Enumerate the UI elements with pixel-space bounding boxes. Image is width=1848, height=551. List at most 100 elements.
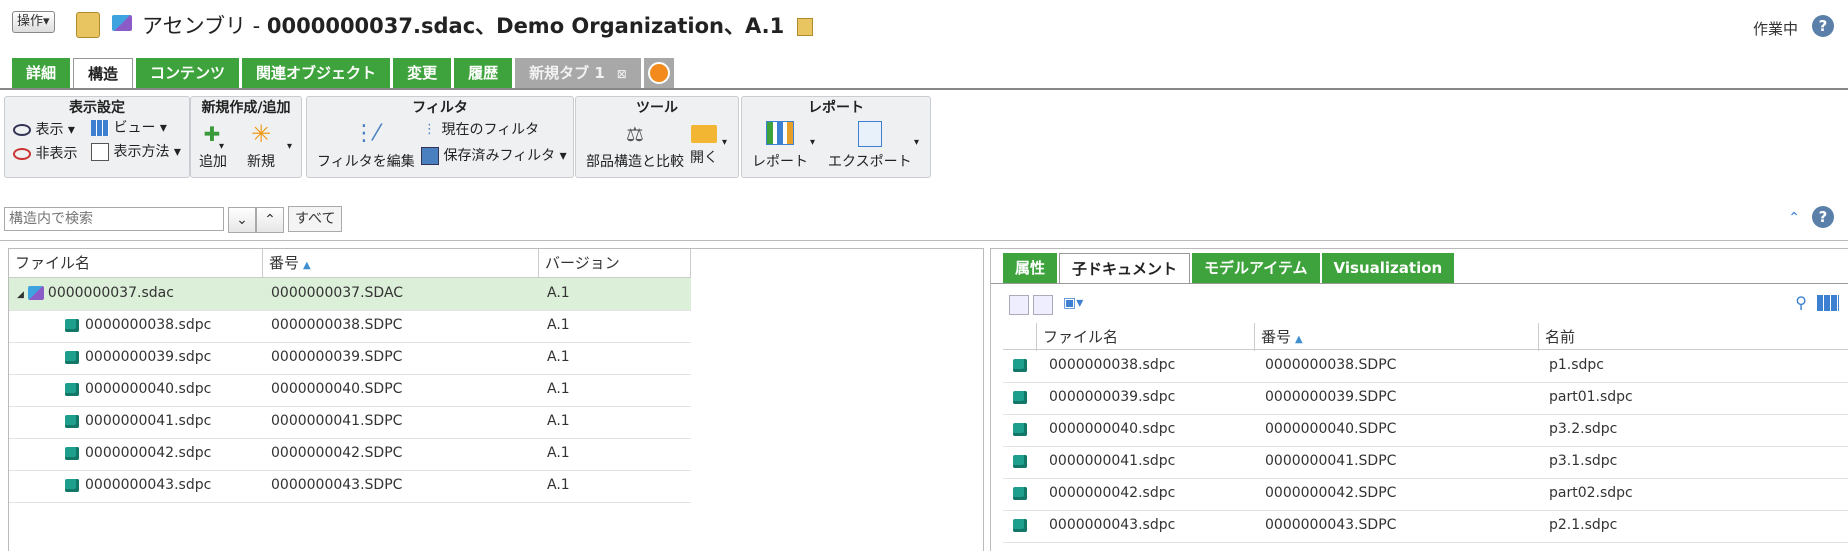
columns-icon[interactable] [1817, 295, 1839, 311]
filename-cell: 0000000038.sdpc [65, 310, 211, 342]
tab-attributes[interactable]: 属性 [1003, 253, 1058, 283]
show-button[interactable]: 表示 ▾ [13, 119, 75, 139]
export-dropdown-icon[interactable]: ▾ [914, 137, 919, 148]
column-header-number[interactable]: 番号 ▲ [263, 249, 539, 277]
group-display-settings: 表示設定 表示 ▾ ビュー ▾ 非表示 表示方法 ▾ [4, 96, 190, 178]
tab-contents[interactable]: コンテンツ [136, 58, 240, 88]
all-button[interactable]: すべて [288, 206, 343, 232]
filename-cell: ◢ 0000000037.sdac [17, 278, 174, 310]
column-header-filename[interactable]: ファイル名 [9, 249, 263, 277]
table-row[interactable]: 0000000040.sdpc 0000000040.SDPC p3.2.sdp… [1003, 414, 1848, 447]
group-title: 表示設定 [69, 100, 125, 116]
open-button[interactable]: 開く [690, 121, 718, 167]
tab-structure[interactable]: 構造 [73, 58, 134, 89]
part-icon [65, 350, 79, 364]
table-row[interactable]: 0000000041.sdpc 0000000041.SDPC p3.1.sdp… [1003, 446, 1848, 479]
table-row[interactable]: 0000000043.sdpc 0000000043.SDPC p2.1.sdp… [1003, 510, 1848, 543]
compare-structure-button[interactable]: ⚖ 部品構造と比較 [586, 121, 684, 171]
table-row[interactable]: 0000000038.sdpc 0000000038.SDPC p1.sdpc [1003, 350, 1848, 383]
number-cell: 0000000041.SDPC [1265, 453, 1397, 469]
detail-tab-bar: 属性 子ドキュメント モデルアイテム Visualization [1003, 253, 1456, 284]
export-label: エクスポート [828, 154, 912, 170]
new-button[interactable]: ✳ 新規 [247, 121, 275, 171]
tab-visualization[interactable]: Visualization [1321, 253, 1455, 283]
name-cell: part01.sdpc [1549, 389, 1633, 405]
export-button[interactable]: エクスポート [828, 121, 912, 171]
search-bar: ⌄ ⌃ すべて ⌃ ? [0, 206, 1848, 236]
chevron-up-icon[interactable]: ⌃ [256, 207, 284, 233]
group-filter: フィルタ ⋮⁄ フィルタを編集 ⋮ 現在のフィルタ 保存済みフィルタ ▾ [306, 96, 574, 178]
filename-cell: 0000000042.sdpc [65, 438, 211, 470]
actions-menu-button[interactable]: 操作▾ [12, 11, 55, 33]
add-dropdown-icon[interactable]: ▾ [219, 141, 224, 152]
title-bar: 操作▾ アセンブリ - 0000000037.sdac、Demo Organiz… [0, 0, 1848, 52]
table-row[interactable]: 0000000041.sdpc 0000000041.SDPC A.1 [9, 406, 691, 439]
tab-model-items[interactable]: モデルアイテム [1192, 253, 1320, 283]
column-header-number[interactable]: 番号 ▲ [1255, 323, 1539, 351]
filename-text: 0000000037.sdac [47, 285, 174, 301]
help-icon[interactable]: ? [1812, 15, 1834, 37]
number-cell: 0000000043.SDPC [1265, 517, 1397, 533]
saved-filter-button[interactable]: 保存済みフィルタ ▾ [421, 145, 567, 165]
group-title: 新規作成/追加 [201, 100, 291, 116]
new-label: 新規 [247, 154, 275, 170]
detail-panel: 属性 子ドキュメント モデルアイテム Visualization ▣▾ ⚲ ファ… [990, 248, 1848, 551]
chevron-down-icon[interactable]: ⌄ [228, 207, 256, 233]
table-row[interactable]: 0000000039.sdpc 0000000039.SDPC A.1 [9, 342, 691, 375]
table-row[interactable]: 0000000038.sdpc 0000000038.SDPC A.1 [9, 310, 691, 343]
tab-new-tab-label: 新規タブ 1 [529, 64, 605, 82]
table-row[interactable]: ◢ 0000000037.sdac 0000000037.SDAC A.1 [9, 278, 691, 311]
search-icon[interactable]: ⚲ [1795, 293, 1807, 312]
copy-icon[interactable] [1009, 295, 1029, 315]
tab-changes[interactable]: 変更 [393, 58, 452, 88]
table-row[interactable]: 0000000040.sdpc 0000000040.SDPC A.1 [9, 374, 691, 407]
edit-filter-button[interactable]: ⋮⁄ フィルタを編集 [317, 121, 415, 171]
open-dropdown-icon[interactable]: ▾ [722, 137, 727, 148]
tab-child-documents[interactable]: 子ドキュメント [1059, 253, 1191, 284]
version-cell: A.1 [547, 349, 570, 365]
paste-icon[interactable] [1033, 295, 1053, 315]
close-icon[interactable]: ⊠ [617, 67, 627, 81]
filename-text: 0000000038.sdpc [85, 317, 212, 333]
compare-icon: ⚖ [626, 122, 644, 146]
column-header-filename[interactable]: ファイル名 [1037, 323, 1255, 351]
table-row[interactable]: 0000000039.sdpc 0000000039.SDPC part01.s… [1003, 382, 1848, 415]
tab-divider [991, 283, 1848, 284]
collapse-icon[interactable]: ⌃ [1788, 210, 1800, 226]
sort-asc-icon: ▲ [303, 260, 311, 271]
filename-cell: 0000000042.sdpc [1049, 485, 1176, 501]
help-icon-secondary[interactable]: ? [1812, 206, 1834, 228]
filename-cell: 0000000041.sdpc [1049, 453, 1176, 469]
table-icon [91, 143, 109, 161]
number-cell: 0000000043.SDPC [271, 477, 403, 493]
add-tab-button[interactable] [643, 58, 674, 88]
tab-history[interactable]: 履歴 [454, 58, 513, 88]
export-list-icon[interactable]: ▣▾ [1063, 295, 1083, 311]
tab-details[interactable]: 詳細 [12, 58, 71, 88]
info-page-icon[interactable] [796, 18, 813, 36]
expand-toggle-icon[interactable]: ◢ [17, 290, 24, 300]
table-row[interactable]: 0000000043.sdpc 0000000043.SDPC A.1 [9, 470, 691, 503]
edit-filter-icon: ⋮⁄ [353, 121, 379, 146]
search-input[interactable] [4, 207, 224, 231]
new-dropdown-icon[interactable]: ▾ [287, 141, 292, 152]
display-method-button[interactable]: 表示方法 ▾ [91, 141, 181, 161]
tab-related-objects[interactable]: 関連オブジェクト [242, 58, 391, 88]
table-row[interactable]: 0000000042.sdpc 0000000042.SDPC A.1 [9, 438, 691, 471]
report-dropdown-icon[interactable]: ▾ [810, 137, 815, 148]
hide-label: 非表示 [35, 146, 78, 162]
part-icon [1013, 518, 1027, 532]
current-filter-button[interactable]: ⋮ 現在のフィルタ [423, 119, 539, 139]
column-header-name[interactable]: 名前 [1539, 323, 1848, 351]
column-header-version[interactable]: バージョン [539, 249, 691, 277]
part-icon-cell [1013, 350, 1033, 382]
filename-cell: 0000000039.sdpc [65, 342, 211, 374]
filename-text: 0000000039.sdpc [85, 349, 212, 365]
group-title: ツール [636, 100, 678, 116]
view-button[interactable]: ビュー ▾ [91, 117, 167, 137]
table-row[interactable]: 0000000042.sdpc 0000000042.SDPC part02.s… [1003, 478, 1848, 511]
number-cell: 0000000039.SDPC [271, 349, 403, 365]
report-button[interactable]: レポート [752, 121, 808, 171]
hide-button[interactable]: 非表示 [13, 143, 77, 163]
tab-new-tab-1[interactable]: 新規タブ 1 ⊠ [515, 58, 641, 88]
